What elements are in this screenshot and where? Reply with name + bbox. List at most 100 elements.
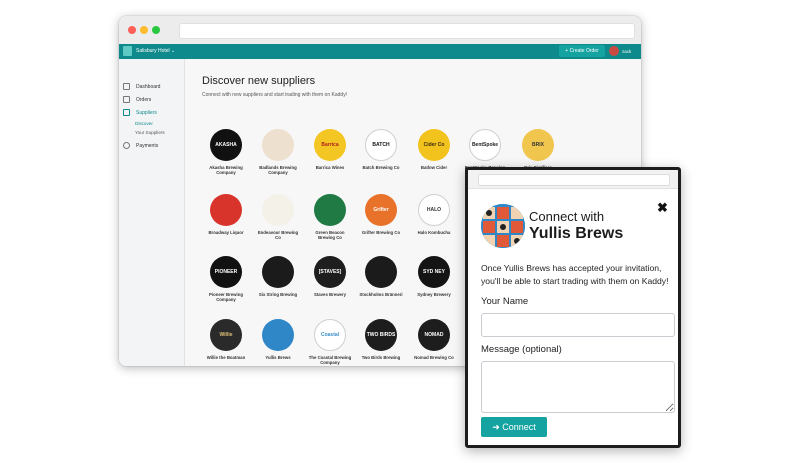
dollar-icon [123,142,130,150]
supplier-logo[interactable]: BATCH [365,129,397,161]
supplier-logo-text: Grifter [373,207,389,213]
sidebar-item-orders[interactable]: Orders [123,96,151,104]
supplier-card[interactable]: [STAVES] Staves Brewery [307,256,353,297]
supplier-name[interactable]: Nomad Brewing Co [411,355,457,360]
user-avatar[interactable] [609,46,619,56]
supplier-card[interactable]: Willie Willie the Boatman [203,319,249,360]
sidebar-item-label: Dashboard [136,84,161,90]
sidebar-item-dashboard[interactable]: Dashboard [123,83,160,91]
modal-window-chrome [468,170,678,189]
supplier-name[interactable]: Staves Brewery [307,292,353,297]
minimize-window-dot[interactable] [140,26,148,34]
supplier-logo[interactable] [262,194,294,226]
supplier-logo[interactable]: BRIX [522,129,554,161]
create-order-label: Create Order [569,48,599,54]
address-bar[interactable] [179,23,635,39]
supplier-card[interactable]: NOMAD Nomad Brewing Co [411,319,457,360]
supplier-name[interactable]: Badlands Brewing Company [255,165,301,175]
modal-description: Once Yullis Brews has accepted your invi… [481,263,669,286]
supplier-name[interactable]: Halo Kombucha [411,230,457,235]
connect-modal: Connect with Yullis Brews ✖ Once Yullis … [465,167,681,448]
sidebar-item-payments[interactable]: Payments [123,142,158,150]
supplier-card[interactable]: Badlands Brewing Company [255,129,301,175]
supplier-card[interactable]: Green Beacon Brewing Co [307,194,353,240]
supplier-card[interactable]: Broadway Liquor [203,194,249,235]
supplier-name[interactable]: Two Birds Brewing [358,355,404,360]
supplier-logo[interactable]: Grifter [365,194,397,226]
supplier-name[interactable]: Pioneer Brewing Company [203,292,249,302]
supplier-logo[interactable]: NOMAD [418,319,450,351]
supplier-logo[interactable]: HALO [418,194,450,226]
supplier-logo[interactable]: Cider Co [418,129,450,161]
supplier-card[interactable]: Stockholms Bränneri [358,256,404,297]
browser-chrome [119,16,641,45]
supplier-card[interactable]: Barrica Barrica Wines [307,129,353,170]
supplier-name[interactable]: Yullis Brews [255,355,301,360]
sidebar-item-suppliers[interactable]: Suppliers [123,109,157,117]
supplier-name[interactable]: Willie the Boatman [203,355,249,360]
hotel-selector[interactable]: Salisbury Hotel ⌄ [136,46,175,57]
close-window-dot[interactable] [128,26,136,34]
sidebar-item-label: Suppliers [136,110,157,116]
supplier-logo[interactable]: Barrica [314,129,346,161]
supplier-logo[interactable]: PIONEER [210,256,242,288]
supplier-logo[interactable]: BentSpoke [469,129,501,161]
supplier-card[interactable]: PIONEER Pioneer Brewing Company [203,256,249,302]
supplier-name[interactable]: Six String Brewing [255,292,301,297]
connect-button[interactable]: ➜ Connect [481,417,547,437]
supplier-logo-text: BentSpoke [471,142,499,148]
kaddy-logo-icon[interactable] [123,46,132,56]
supplier-card[interactable]: BATCH Batch Brewing Co [358,129,404,170]
message-label: Message (optional) [481,344,562,355]
supplier-name[interactable]: Akasha Brewing Company [203,165,249,175]
sidebar-subitem-discover[interactable]: Discover [135,120,153,127]
supplier-card[interactable]: BRIXBrix Distillers [515,129,561,170]
supplier-logo[interactable] [262,319,294,351]
your-name-input[interactable] [481,313,675,337]
supplier-card[interactable]: Yullis Brews [255,319,301,360]
supplier-logo[interactable]: Willie [210,319,242,351]
message-textarea[interactable] [481,361,675,413]
supplier-logo-text: PIONEER [214,269,238,275]
supplier-name[interactable]: Grifter Brewing Co [358,230,404,235]
supplier-card[interactable]: AKASHA Akasha Brewing Company [203,129,249,175]
user-name[interactable]: zack [622,46,631,57]
supplier-logo[interactable] [262,256,294,288]
supplier-name[interactable]: Batlow Cider [411,165,457,170]
supplier-card[interactable]: SYD NEY Sydney Brewery [411,256,457,297]
supplier-card[interactable]: HALO Halo Kombucha [411,194,457,235]
close-icon[interactable]: ✖ [657,200,668,216]
sidebar-item-label: Payments [136,143,159,149]
supplier-logo[interactable] [210,194,242,226]
supplier-card[interactable]: Six String Brewing [255,256,301,297]
supplier-name[interactable]: Batch Brewing Co [358,165,404,170]
supplier-logo[interactable]: Coastal [314,319,346,351]
hotel-selector-label: Salisbury Hotel [136,48,170,54]
supplier-name[interactable]: Stockholms Bränneri [358,292,404,297]
supplier-name[interactable]: Endeavour Brewing Co [255,230,301,240]
supplier-card[interactable]: Cider Co Batlow Cider [411,129,457,170]
modal-address-bar[interactable] [478,174,670,186]
supplier-logo[interactable] [262,129,294,161]
supplier-name[interactable]: The Coastal Brewing Company [307,355,353,365]
supplier-logo[interactable] [365,256,397,288]
supplier-logo[interactable]: AKASHA [210,129,242,161]
supplier-logo[interactable]: SYD NEY [418,256,450,288]
sidebar-subitem-your-suppliers[interactable]: Your Suppliers [135,129,165,136]
supplier-card[interactable]: TWO BIRDS Two Birds Brewing [358,319,404,360]
supplier-logo[interactable] [314,194,346,226]
supplier-logo[interactable]: [STAVES] [314,256,346,288]
maximize-window-dot[interactable] [152,26,160,34]
supplier-name[interactable]: Sydney Brewery [411,292,457,297]
supplier-logo-yullis-brews [481,204,525,248]
supplier-name[interactable]: Green Beacon Brewing Co [307,230,353,240]
supplier-name[interactable]: Broadway Liquor [203,230,249,235]
supplier-name[interactable]: Barrica Wines [307,165,353,170]
supplier-card[interactable]: Endeavour Brewing Co [255,194,301,240]
supplier-card[interactable]: Grifter Grifter Brewing Co [358,194,404,235]
truck-icon [123,109,130,117]
create-order-button[interactable]: + Create Order [559,45,605,57]
supplier-logo[interactable]: TWO BIRDS [365,319,397,351]
supplier-card[interactable]: Coastal The Coastal Brewing Company [307,319,353,365]
yullis-brews-logo-icon [481,204,525,248]
